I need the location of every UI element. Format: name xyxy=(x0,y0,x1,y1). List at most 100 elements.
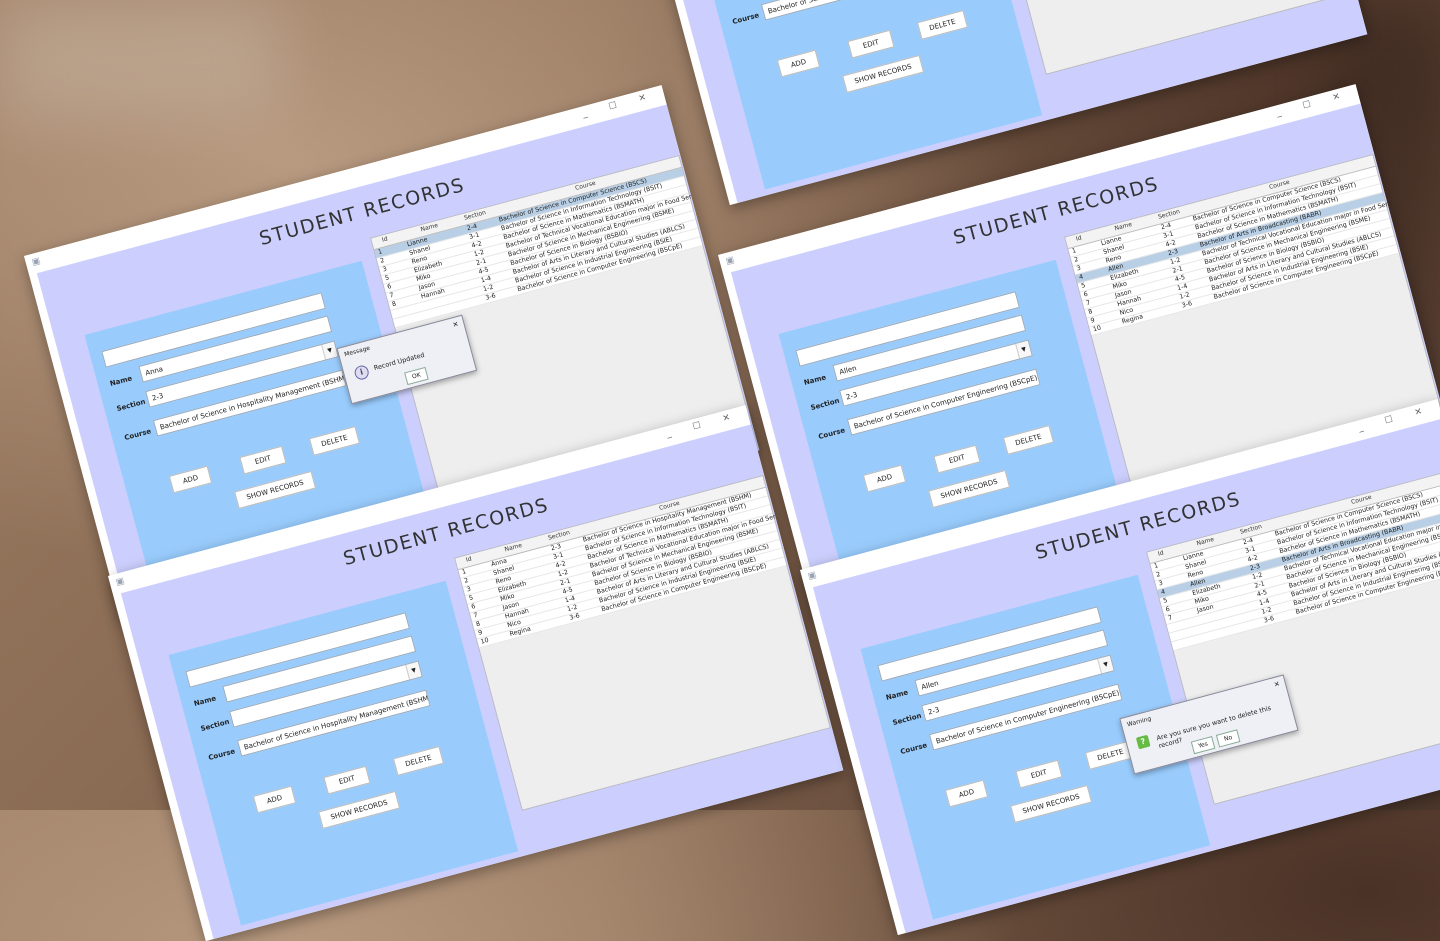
id-column-header[interactable]: Id xyxy=(465,555,472,563)
cell-id: 8 xyxy=(475,620,481,629)
edit-button[interactable]: EDIT xyxy=(847,29,895,59)
course-column-header[interactable]: Course xyxy=(1268,179,1290,191)
java-icon: ▣ xyxy=(724,255,736,267)
java-icon: ▣ xyxy=(806,570,818,582)
edit-button[interactable]: EDIT xyxy=(323,765,371,795)
cell-id: 2 xyxy=(1073,255,1080,264)
close-icon[interactable]: ✕ xyxy=(452,320,460,329)
cell-id: 1 xyxy=(461,568,468,577)
cell-id: 2 xyxy=(463,576,470,585)
cell-id: 5 xyxy=(1162,597,1169,605)
add-button[interactable]: ADD xyxy=(944,779,989,808)
close-icon[interactable]: ✕ xyxy=(1273,680,1281,689)
delete-button[interactable]: DELETE xyxy=(1002,425,1054,455)
cell-id: 10 xyxy=(479,636,490,646)
chevron-down-icon[interactable]: ▼ xyxy=(1097,655,1114,674)
course-label: Course xyxy=(207,747,236,763)
chevron-down-icon[interactable]: ▼ xyxy=(321,341,338,360)
cell-id: 2 xyxy=(379,256,386,265)
question-icon: ? xyxy=(1135,734,1151,750)
cell-id: 5 xyxy=(468,594,474,603)
name-column-header[interactable]: Name xyxy=(420,222,439,233)
section-value: 2-3 xyxy=(845,390,859,402)
delete-button[interactable]: DELETE xyxy=(916,10,968,40)
section-label: Section xyxy=(199,717,231,734)
name-column-header[interactable]: Name xyxy=(504,542,523,553)
course-label: Course xyxy=(731,11,760,27)
edit-button[interactable]: EDIT xyxy=(239,445,287,475)
cell-section: 3-6 xyxy=(1263,615,1275,625)
show-records-button[interactable]: SHOW RECORDS xyxy=(234,470,317,510)
dialog-title: Warning xyxy=(1126,715,1153,729)
course-field[interactable]: Bachelor of Science in Computer Science … xyxy=(760,0,955,21)
cell-id: 6 xyxy=(1082,290,1089,299)
delete-button[interactable]: DELETE xyxy=(308,426,360,456)
course-label: Course xyxy=(123,427,152,443)
edit-button[interactable]: EDIT xyxy=(933,444,981,474)
section-label: Section xyxy=(115,397,147,414)
cell-id: 5 xyxy=(384,274,390,283)
name-label: Name xyxy=(109,374,133,388)
cell-section: 3-6 xyxy=(1181,300,1193,310)
cell-id: 10 xyxy=(1092,324,1102,334)
name-label: Name xyxy=(885,688,909,702)
cell-id: 2 xyxy=(1155,570,1162,579)
cell-id: 7 xyxy=(1167,614,1173,623)
cell-id: 6 xyxy=(1164,605,1171,614)
cell-id: 3 xyxy=(1157,579,1164,588)
cell-id: 9 xyxy=(1089,316,1096,325)
cell-id: 1 xyxy=(1153,562,1160,571)
cell-id: 1 xyxy=(1071,247,1078,256)
java-icon: ▣ xyxy=(114,576,126,588)
id-column-header[interactable]: Id xyxy=(381,235,388,243)
edit-button[interactable]: EDIT xyxy=(1015,759,1063,789)
section-label: Section xyxy=(809,396,841,413)
show-records-button[interactable]: SHOW RECORDS xyxy=(842,54,925,94)
cell-id: 6 xyxy=(470,603,477,611)
cell-id: 8 xyxy=(1087,308,1094,316)
cell-id: 9 xyxy=(477,629,484,637)
cell-id: 4 xyxy=(1160,588,1166,597)
course-label: Course xyxy=(899,741,928,757)
show-records-button[interactable]: SHOW RECORDS xyxy=(1010,784,1093,824)
name-column-header[interactable]: Name xyxy=(1196,536,1215,547)
cell-section: 3-6 xyxy=(568,612,581,622)
course-column-header[interactable]: Course xyxy=(658,500,680,512)
course-column-header[interactable]: Course xyxy=(574,180,596,192)
cell-id: 7 xyxy=(388,291,395,300)
name-column-header[interactable]: Name xyxy=(1114,221,1133,232)
add-button[interactable]: ADD xyxy=(168,465,213,494)
ok-button[interactable]: OK xyxy=(404,366,429,386)
cell-id: 5 xyxy=(1080,282,1087,290)
cell-id: 1 xyxy=(377,248,384,257)
add-button[interactable]: ADD xyxy=(862,464,907,493)
cell-section: 3-6 xyxy=(484,292,497,302)
cell-id: 7 xyxy=(1085,299,1091,308)
section-value: 2-3 xyxy=(927,705,941,717)
cell-id: 3 xyxy=(381,265,388,274)
chevron-down-icon[interactable]: ▼ xyxy=(1015,340,1032,359)
dialog-title: Message xyxy=(343,344,371,359)
name-label: Name xyxy=(803,373,827,387)
cell-id: 8 xyxy=(391,300,397,309)
course-column-header[interactable]: Course xyxy=(1350,494,1372,506)
id-column-header[interactable]: Id xyxy=(1075,234,1082,242)
cell-id: 6 xyxy=(386,283,393,291)
course-label: Course xyxy=(817,426,846,442)
add-button[interactable]: ADD xyxy=(252,785,297,814)
info-icon: i xyxy=(353,364,371,382)
delete-button[interactable]: DELETE xyxy=(392,746,444,776)
java-icon: ▣ xyxy=(30,256,42,268)
section-label: Section xyxy=(891,711,923,728)
name-label: Name xyxy=(193,694,217,708)
section-value: 2-3 xyxy=(151,391,165,403)
cell-id: 3 xyxy=(465,585,472,594)
id-column-header[interactable]: Id xyxy=(1157,549,1164,557)
show-records-button[interactable]: SHOW RECORDS xyxy=(928,469,1011,509)
add-button[interactable]: ADD xyxy=(776,49,821,78)
cell-id: 7 xyxy=(472,611,479,620)
cell-id: 4 xyxy=(1078,273,1084,282)
chevron-down-icon[interactable]: ▼ xyxy=(405,661,422,680)
form-panel: Name Section ▼ Course Bachelor of Scienc… xyxy=(168,580,519,926)
cell-id: 3 xyxy=(1075,264,1082,273)
